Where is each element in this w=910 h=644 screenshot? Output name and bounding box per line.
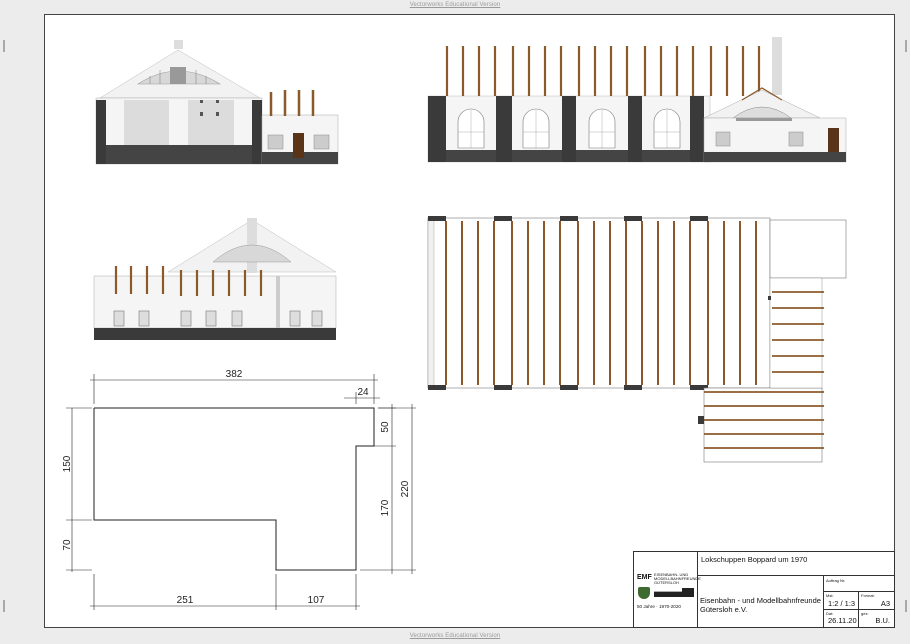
emf-logo: EMF <box>637 574 652 581</box>
roof-beams <box>445 46 761 96</box>
drawing-canvas: 382 24 150 70 50 170 220 251 107 <box>3 37 907 612</box>
dim-right-notch: 50 <box>380 421 391 433</box>
anniversary-text: 50 Jahre · 1970-2020 <box>637 604 681 609</box>
plan-view <box>427 216 847 463</box>
elevation-front <box>95 40 339 165</box>
organization-name: Eisenbahn - und Modellbahnfreunde Güters… <box>700 596 821 614</box>
dimension-lines <box>66 374 416 610</box>
elevation-rear <box>93 218 337 340</box>
dim-notch-width: 24 <box>357 387 369 398</box>
logo-cell: EMF EISENBAHN- UND MODELLBAHNFREUNDE GÜT… <box>634 552 701 627</box>
dim-left-lower: 70 <box>62 539 73 551</box>
dim-bottom-left: 251 <box>177 595 194 606</box>
title-cell: Lokschuppen Boppard um 1970 <box>698 552 894 576</box>
dim-bottom-right: 107 <box>308 595 325 606</box>
date-cell: Dat: 26.11.20 <box>824 610 859 627</box>
auftrag-cell: Auftrag Nr: <box>824 576 894 592</box>
dim-right-total: 220 <box>400 480 411 497</box>
date-value: 26.11.20 <box>828 616 857 625</box>
floor-outline <box>93 407 375 571</box>
format-value: A3 <box>880 599 890 608</box>
scale-cell: Mst: 1:2 / 1:3 <box>824 592 859 610</box>
title-block: EMF EISENBAHN- UND MODELLBAHNFREUNDE GÜT… <box>633 551 895 628</box>
scale-value: 1:2 / 1:3 <box>828 599 856 608</box>
elevation-side <box>427 37 847 163</box>
locomotive-icon <box>654 588 694 597</box>
watermark-bottom: Vectorworks Educational Version <box>409 633 501 639</box>
dim-left-upper: 150 <box>62 455 73 472</box>
org-cell: Eisenbahn - und Modellbahnfreunde Güters… <box>698 576 824 627</box>
drawn-by-cell: gez: B.U. <box>861 611 890 625</box>
drawn-by-value: B.U. <box>875 616 890 625</box>
dim-top-width: 382 <box>226 369 243 380</box>
coat-of-arms-icon <box>638 587 650 599</box>
format-cell: Format: A3 <box>859 592 894 610</box>
dim-right-mid: 170 <box>380 499 391 516</box>
logo-subtext: EISENBAHN- UND MODELLBAHNFREUNDE GÜTERSL… <box>654 572 701 585</box>
drawing-title: Lokschuppen Boppard um 1970 <box>701 555 808 564</box>
